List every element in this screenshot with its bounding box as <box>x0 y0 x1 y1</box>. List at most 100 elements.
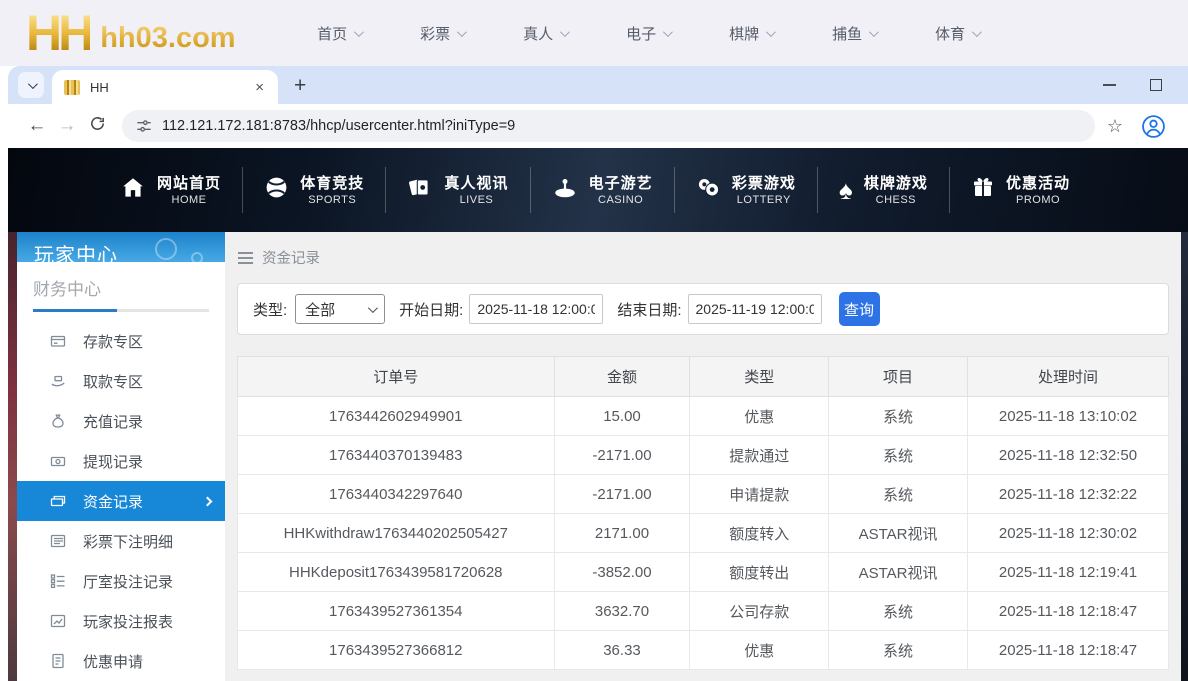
search-button[interactable]: 查询 <box>838 292 880 326</box>
top-nav-item-lottery[interactable]: 彩票 <box>391 23 494 44</box>
forward-icon[interactable]: → <box>52 115 82 137</box>
section-underline <box>33 309 209 312</box>
site-logo[interactable]: HH hh03.com <box>26 7 236 59</box>
chevron-right-icon <box>202 496 213 506</box>
cell-order-no: 1763439527366812 <box>237 630 555 670</box>
checklist-icon <box>50 573 66 589</box>
site-settings-icon[interactable] <box>136 118 152 134</box>
cell-time: 2025-11-18 12:30:02 <box>966 513 1170 553</box>
browser-tab[interactable]: HH × <box>52 70 278 104</box>
tab-close-icon[interactable]: × <box>253 79 266 96</box>
sidebar-item-lottery-bet-details[interactable]: 彩票下注明细 <box>17 521 225 561</box>
game-nav-casino[interactable]: 电子游艺 CASINO <box>552 174 653 207</box>
type-select-value: 全部 <box>305 301 336 319</box>
sports-ball-icon <box>264 175 289 205</box>
cell-time: 2025-11-18 12:32:22 <box>966 474 1170 514</box>
game-nav-label-en: SPORTS <box>308 193 357 206</box>
hamburger-icon[interactable] <box>238 251 253 264</box>
cell-item: ASTAR视讯 <box>828 513 968 553</box>
sidebar-item-promo-apply[interactable]: 优惠申请 <box>17 641 225 681</box>
sidebar-item-label: 提现记录 <box>83 453 144 471</box>
game-nav-label-en: LIVES <box>459 193 494 206</box>
sidebar-item-player-bet-report[interactable]: 玩家投注报表 <box>17 601 225 641</box>
sidebar-item-label: 资金记录 <box>83 493 144 511</box>
game-nav-label-en: HOME <box>171 193 207 206</box>
sidebar-item-fund-records[interactable]: 资金记录 <box>17 481 225 521</box>
chevron-down-icon <box>560 26 570 37</box>
sidebar-item-deposit[interactable]: 存款专区 <box>17 321 225 361</box>
cell-type: 额度转入 <box>689 513 830 553</box>
sidebar-item-recharge-records[interactable]: 充值记录 <box>17 401 225 441</box>
sidebar-item-withdraw[interactable]: 取款专区 <box>17 361 225 401</box>
cell-item: 系统 <box>828 474 968 514</box>
sidebar-item-room-bet-records[interactable]: 厅室投注记录 <box>17 561 225 601</box>
browser-tabstrip: HH × + <box>8 66 1188 104</box>
chevron-down-icon <box>354 26 364 37</box>
bookmark-star-icon[interactable]: ☆ <box>1107 116 1123 137</box>
chevron-down-icon <box>457 26 467 37</box>
reload-icon[interactable] <box>82 115 112 138</box>
finance-section-label: 财务中心 <box>33 280 101 299</box>
cell-amount: 36.33 <box>553 630 691 670</box>
cell-time: 2025-11-18 12:18:47 <box>966 591 1170 631</box>
game-nav-promo[interactable]: 优惠活动 PROMO <box>971 174 1070 207</box>
players-center-header[interactable]: 玩家中心 PLAYERS CENTER <box>17 232 225 262</box>
cell-time: 2025-11-18 13:10:02 <box>966 396 1170 436</box>
game-nav-live[interactable]: 真人视讯 LIVES <box>407 174 508 207</box>
tab-search-button[interactable] <box>18 72 44 98</box>
sidebar-item-withdrawal-records[interactable]: 提现记录 <box>17 441 225 481</box>
top-nav-label: 首页 <box>317 25 348 43</box>
maximize-icon[interactable] <box>1150 79 1162 91</box>
breadcrumb: 资金记录 <box>238 247 1181 268</box>
game-nav-sports[interactable]: 体育竞技 SPORTS <box>264 174 364 207</box>
cell-order-no: 1763439527361354 <box>237 591 555 631</box>
report-chart-icon <box>50 613 66 629</box>
browser-toolbar: ← → 112.121.172.181:8783/hhcp/usercenter… <box>8 104 1188 148</box>
top-nav-item-slots[interactable]: 电子 <box>597 23 700 44</box>
cell-time: 2025-11-18 12:32:50 <box>966 435 1170 475</box>
end-date-input[interactable] <box>687 294 822 324</box>
game-nav-home[interactable]: 网站首页 HOME <box>120 174 221 207</box>
top-nav: 首页 彩票 真人 电子 棋牌 捕鱼 体育 <box>288 23 1009 44</box>
site-header: HH hh03.com 首页 彩票 真人 电子 棋牌 捕鱼 体育 <box>0 0 1188 66</box>
chevron-down-icon <box>663 26 673 37</box>
end-date-label: 结束日期: <box>617 301 682 319</box>
top-nav-item-chess[interactable]: 棋牌 <box>700 23 803 44</box>
game-nav-label-zh: 网站首页 <box>157 174 222 192</box>
sidebar-item-label: 彩票下注明细 <box>83 533 174 551</box>
top-nav-label: 真人 <box>523 25 554 43</box>
home-icon <box>120 175 146 206</box>
chevron-down-icon <box>27 78 38 89</box>
cell-type: 公司存款 <box>689 591 830 631</box>
type-select[interactable]: 全部 <box>295 294 386 324</box>
table-row: HHKdeposit1763439581720628 -3852.00 额度转出… <box>237 552 1170 592</box>
list-icon <box>50 533 66 549</box>
col-header-order-no: 订单号 <box>237 356 555 397</box>
game-nav-chess[interactable]: ♠ 棋牌游戏 CHESS <box>839 174 928 207</box>
top-nav-item-home[interactable]: 首页 <box>288 23 391 44</box>
browser-window: HH × + ← → 112.121.172.181:8783/hhcp/use… <box>8 66 1188 681</box>
profile-avatar-icon[interactable] <box>1141 114 1166 139</box>
top-nav-label: 彩票 <box>420 25 451 43</box>
main-panel: 资金记录 类型: 全部 开始日期: 结束日期: 查询 <box>225 232 1181 681</box>
favicon-icon <box>64 79 80 95</box>
minimize-icon[interactable] <box>1103 84 1116 86</box>
spade-icon: ♠ <box>839 175 853 205</box>
start-date-input[interactable] <box>469 294 604 324</box>
col-header-amount: 金额 <box>553 356 691 397</box>
type-label: 类型: <box>253 301 288 319</box>
url-bar[interactable]: 112.121.172.181:8783/hhcp/usercenter.htm… <box>122 110 1095 142</box>
new-tab-button[interactable]: + <box>294 74 306 98</box>
back-icon[interactable]: ← <box>22 115 52 137</box>
top-nav-item-sports[interactable]: 体育 <box>906 23 1009 44</box>
cell-order-no: 1763440342297640 <box>237 474 555 514</box>
logo-hh-text: HH <box>26 5 94 61</box>
logo-domain-text: hh03.com <box>100 22 236 54</box>
cell-order-no: 1763440370139483 <box>237 435 555 475</box>
game-nav: 网站首页 HOME 体育竞技 SPORTS 真人视讯 LIVES 电子游艺 CA… <box>8 148 1188 232</box>
top-nav-item-fishing[interactable]: 捕鱼 <box>803 23 906 44</box>
moneybag-icon <box>50 413 66 429</box>
game-nav-lottery[interactable]: 彩票游戏 LOTTERY <box>696 174 796 207</box>
top-nav-item-live[interactable]: 真人 <box>494 23 597 44</box>
chevron-down-icon <box>972 26 982 37</box>
